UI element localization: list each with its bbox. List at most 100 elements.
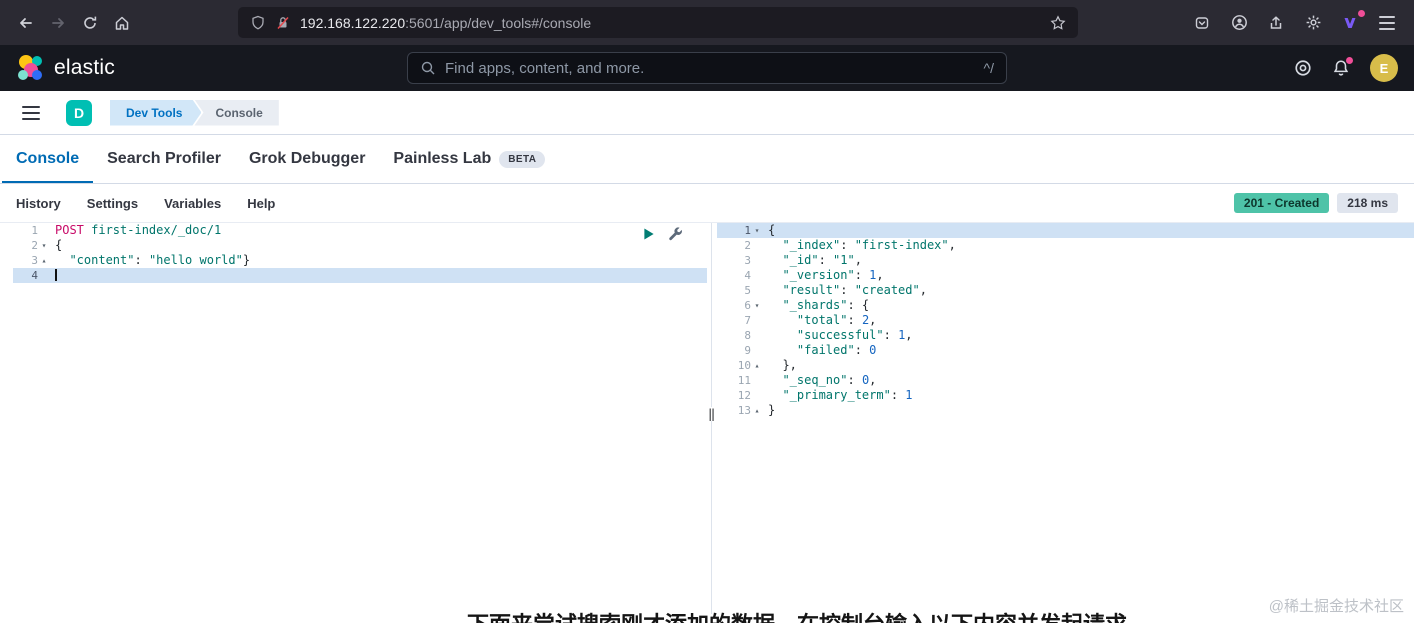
brand-text: elastic	[54, 56, 115, 79]
extensions-gear-icon[interactable]	[1298, 8, 1328, 38]
pane-divider: ‖	[707, 223, 717, 614]
menu-link-variables[interactable]: Variables	[164, 196, 221, 211]
space-avatar[interactable]: D	[66, 99, 92, 126]
code-line[interactable]: 7 "total": 2,	[717, 313, 1414, 328]
nav-menu-icon[interactable]	[22, 105, 40, 120]
code-line[interactable]: 3 "_id": "1",	[717, 253, 1414, 268]
pocket-icon[interactable]	[1187, 8, 1217, 38]
home-icon[interactable]	[106, 7, 138, 39]
reload-icon[interactable]	[74, 7, 106, 39]
wrench-icon[interactable]	[668, 226, 683, 241]
menu-link-settings[interactable]: Settings	[87, 196, 138, 211]
browser-toolbar-icons	[1187, 8, 1404, 38]
code-text: }	[768, 403, 776, 417]
menu-link-history[interactable]: History	[16, 196, 61, 211]
request-actions	[643, 226, 683, 241]
code-text: "_index": "first-index",	[782, 238, 956, 252]
line-number: 2	[744, 239, 751, 252]
alert-dot	[1346, 57, 1353, 64]
line-number: 13	[737, 404, 751, 417]
response-badges: 201 - Created 218 ms	[1233, 193, 1398, 213]
share-icon[interactable]	[1261, 8, 1291, 38]
menu-link-help[interactable]: Help	[247, 196, 275, 211]
url-bar[interactable]: 192.168.122.220:5601/app/dev_tools#/cons…	[238, 7, 1078, 38]
user-avatar[interactable]: E	[1370, 54, 1398, 82]
breadcrumb-console[interactable]: Console	[194, 99, 279, 126]
code-text: "_version": 1,	[782, 268, 884, 282]
tab-label: Painless Lab	[393, 150, 492, 167]
code-line[interactable]: 2 ▾ {	[13, 238, 707, 253]
bookmark-star-icon[interactable]	[1050, 14, 1066, 31]
fold-up-icon[interactable]: ▴	[38, 253, 50, 268]
line-number: 12	[737, 389, 751, 402]
code-line[interactable]: 1 ▾ {	[717, 223, 1414, 238]
tab-grok-debugger[interactable]: Grok Debugger	[235, 150, 379, 183]
tracking-shield-icon[interactable]	[250, 15, 266, 31]
global-search[interactable]: ^/	[407, 52, 1007, 84]
fold-down-icon[interactable]: ▾	[751, 223, 763, 238]
forward-icon[interactable]	[42, 7, 74, 39]
fold-down-icon[interactable]: ▾	[751, 298, 763, 313]
time-badge: 218 ms	[1337, 193, 1398, 213]
insecure-lock-icon[interactable]	[275, 15, 291, 31]
code-line[interactable]: 11 "_seq_no": 0,	[717, 373, 1414, 388]
browser-chrome: 192.168.122.220:5601/app/dev_tools#/cons…	[0, 0, 1414, 45]
account-icon[interactable]	[1224, 8, 1254, 38]
breadcrumb: Dev Tools Console	[110, 99, 279, 126]
url-host: 192.168.122.220	[300, 14, 406, 31]
tab-bar: Console Search Profiler Grok Debugger Painl…	[0, 135, 1414, 184]
console-menu: History Settings Variables Help 201 - Creat…	[0, 184, 1414, 222]
breadcrumb-dev-tools[interactable]: Dev Tools	[110, 100, 201, 126]
code-line[interactable]: 6 ▾ "_shards": {	[717, 298, 1414, 313]
tab-search-profiler[interactable]: Search Profiler	[93, 150, 235, 183]
search-input[interactable]	[445, 59, 975, 77]
tab-painless-lab[interactable]: Painless Lab BETA	[379, 150, 559, 183]
menu-icon[interactable]	[1372, 8, 1402, 38]
elastic-brand[interactable]: elastic	[16, 54, 115, 82]
code-text: "failed": 0	[796, 343, 877, 357]
fold-down-icon[interactable]: ▾	[38, 238, 50, 253]
code-line[interactable]: 8 "successful": 1,	[717, 328, 1414, 343]
code-line[interactable]: 4	[13, 268, 707, 283]
code-line[interactable]: 1 POST first-index/_doc/1	[13, 223, 707, 238]
code-line[interactable]: 9 "failed": 0	[717, 343, 1414, 358]
tab-console[interactable]: Console	[2, 150, 93, 183]
url-text: 192.168.122.220:5601/app/dev_tools#/cons…	[300, 15, 591, 31]
line-number: 5	[744, 284, 751, 297]
code-text: "_shards": {	[782, 298, 870, 312]
code-line[interactable]: 5 "result": "created",	[717, 283, 1414, 298]
breadcrumb-bar: D Dev Tools Console	[0, 91, 1414, 135]
code-line[interactable]: 2 "_index": "first-index",	[717, 238, 1414, 253]
tab-label: Search Profiler	[107, 150, 221, 167]
line-number: 1	[744, 224, 751, 237]
notifications-bell-icon[interactable]	[1332, 57, 1353, 77]
pane-resize-handle[interactable]: ‖	[708, 407, 716, 421]
code-text: "_id": "1",	[782, 253, 862, 267]
search-icon	[420, 60, 436, 76]
kibana-header: elastic ^/ E	[0, 45, 1414, 91]
code-line[interactable]: 12 "_primary_term": 1	[717, 388, 1414, 403]
code-line[interactable]: 4 "_version": 1,	[717, 268, 1414, 283]
response-pane[interactable]: 1 ▾{2 "_index": "first-index", 3 "_id": "1…	[717, 223, 1414, 614]
fold-up-icon[interactable]: ▴	[751, 403, 763, 418]
tab-label: Grok Debugger	[248, 150, 366, 167]
send-request-icon[interactable]	[643, 227, 655, 241]
line-number: 6	[744, 299, 751, 312]
line-number: 9	[744, 344, 751, 357]
v-extension-icon[interactable]	[1335, 8, 1365, 38]
line-number: 3	[31, 254, 38, 267]
code-line[interactable]: 3 ▴ "content": "hello world"}	[13, 253, 707, 268]
help-icon[interactable]	[1294, 59, 1312, 77]
code-line[interactable]: 13 ▴}	[717, 403, 1414, 418]
back-icon[interactable]	[10, 7, 42, 39]
code-line[interactable]: 10 ▴ },	[717, 358, 1414, 373]
fold-up-icon[interactable]: ▴	[751, 358, 763, 373]
code-text: "_seq_no": 0,	[782, 373, 877, 387]
request-pane[interactable]: 1 POST first-index/_doc/1 2 ▾ {3 ▴ "content":…	[0, 223, 707, 614]
code-text: },	[768, 358, 797, 372]
line-number: 7	[744, 314, 751, 327]
